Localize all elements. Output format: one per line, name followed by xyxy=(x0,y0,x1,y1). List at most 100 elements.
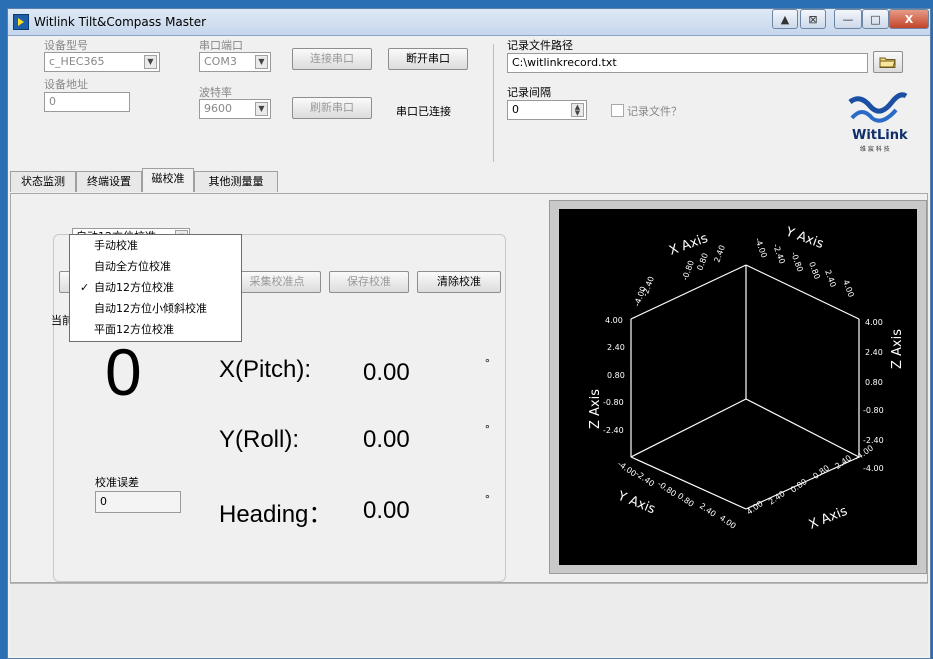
app-icon xyxy=(13,14,29,30)
tab-magnetic-calibration[interactable]: 磁校准 xyxy=(142,168,194,192)
menu-item-label: 自动全方位校准 xyxy=(94,260,171,273)
device-model-label: 设备型号 xyxy=(44,39,88,52)
tick-right-0: 4.00 xyxy=(865,318,883,327)
tick-left-1: 2.40 xyxy=(607,343,625,352)
witlink-logo: WitLink 维 宸 科 技 xyxy=(842,84,912,154)
chevron-down-icon[interactable]: ▼ xyxy=(144,55,157,69)
cube-3d-view[interactable]: X Axis Y Axis Z Axis Z Axis Y Axis X Axi… xyxy=(559,209,917,565)
calibration-error-value: 0 xyxy=(95,491,181,513)
tick-top-y-4: 2.40 xyxy=(823,269,838,289)
tick-top-y-1: -2.40 xyxy=(771,243,787,266)
tick-left-3: -0.80 xyxy=(603,398,624,407)
tick-bottom-x-2: 0.80 xyxy=(789,477,809,495)
tick-bottom-y-4: 2.40 xyxy=(698,501,718,519)
heading-value: 0.00 xyxy=(363,497,410,524)
tick-top-y-3: 0.80 xyxy=(807,261,822,281)
logo-text: WitLink xyxy=(852,128,908,143)
witlink-logo-mark xyxy=(848,92,908,123)
tick-right-1: 2.40 xyxy=(865,348,883,357)
tick-top-x-2: -0.80 xyxy=(680,259,696,282)
tick-bottom-x-3: -0.80 xyxy=(809,463,831,482)
menu-item-label: 自动12方位校准 xyxy=(94,281,174,294)
connect-serial-button[interactable]: 连接串口 xyxy=(292,48,372,70)
minimize-button[interactable]: — xyxy=(834,9,862,29)
serial-port-label: 串口端口 xyxy=(199,39,243,52)
record-path-input[interactable]: C:\witlinkrecord.txt xyxy=(507,53,868,73)
heading-degree: ° xyxy=(485,492,490,506)
tick-right-3: -0.80 xyxy=(863,406,884,415)
chevron-down-icon[interactable]: ▼ xyxy=(255,102,268,116)
window-title: Witlink Tilt&Compass Master xyxy=(34,15,207,29)
menu-item-manual[interactable]: 手动校准 xyxy=(70,237,241,255)
baud-rate-label: 波特率 xyxy=(199,86,232,99)
tick-top-y-2: -0.80 xyxy=(789,251,805,274)
record-interval-value: 0 xyxy=(512,103,519,116)
y-axis-label-bottom: Y Axis xyxy=(615,488,658,517)
tick-top-y-5: 4.00 xyxy=(841,279,856,299)
spinner-icon[interactable]: ▲ ▼ xyxy=(571,103,584,117)
menu-item-label: 平面12方位校准 xyxy=(94,323,174,336)
record-path-label: 记录文件路径 xyxy=(507,39,573,52)
pitch-value: 0.00 xyxy=(363,359,410,386)
menu-item-auto-12-small-tilt[interactable]: 自动12方位小倾斜校准 xyxy=(70,300,241,318)
serial-status-text: 串口已连接 xyxy=(396,105,451,118)
tab-status-monitor[interactable]: 状态监测 xyxy=(10,171,76,192)
scroll-up-button[interactable]: ▲ xyxy=(772,9,798,29)
title-bar: Witlink Tilt&Compass Master ▲ ⊠ — □ X xyxy=(8,9,930,36)
roll-degree: ° xyxy=(485,422,490,436)
clear-calibration-button[interactable]: 清除校准 xyxy=(417,271,501,293)
roll-label: Y(Roll): xyxy=(219,426,300,453)
tick-left-4: -2.40 xyxy=(603,426,624,435)
disconnect-serial-button[interactable]: 断开串口 xyxy=(388,48,468,70)
record-interval-input[interactable]: 0 ▲ ▼ xyxy=(507,100,587,120)
close-button[interactable]: X xyxy=(889,9,929,29)
device-model-value: c_HEC365 xyxy=(49,55,105,68)
pitch-degree: ° xyxy=(485,356,490,370)
tick-bottom-y-2: -0.80 xyxy=(656,479,678,498)
calibration-point-count: 0 xyxy=(105,335,142,409)
main-panel: 设备型号 c_HEC365 ▼ 设备地址 0 串口端口 COM3 ▼ 波特率 9… xyxy=(8,36,930,658)
collect-points-button[interactable]: 采集校准点 xyxy=(233,271,321,293)
menu-item-auto-full[interactable]: 自动全方位校准 xyxy=(70,258,241,276)
baud-rate-select[interactable]: 9600 ▼ xyxy=(199,99,271,119)
record-file-label: 记录文件？ xyxy=(627,105,682,118)
save-calibration-button[interactable]: 保存校准 xyxy=(329,271,409,293)
menu-item-plane-12[interactable]: 平面12方位校准 xyxy=(70,321,241,339)
tick-right-4: -2.40 xyxy=(863,436,884,445)
menu-item-auto-12[interactable]: ✓ 自动12方位校准 xyxy=(70,279,241,297)
calibration-error-label: 校准误差 xyxy=(95,476,139,489)
maximize-button[interactable]: □ xyxy=(862,9,889,29)
roll-value: 0.00 xyxy=(363,426,410,453)
restore-icon-button[interactable]: ⊠ xyxy=(800,9,826,29)
z-axis-label-right: Z Axis xyxy=(890,329,905,369)
tick-left-2: 0.80 xyxy=(607,371,625,380)
tick-bottom-x-4: -2.40 xyxy=(831,453,853,472)
menu-item-label: 手动校准 xyxy=(94,239,138,252)
bottom-status-panel xyxy=(10,583,928,656)
chevron-down-icon[interactable]: ▼ xyxy=(255,55,268,69)
tick-bottom-y-5: 4.00 xyxy=(718,513,738,531)
tick-right-5: -4.00 xyxy=(863,464,884,473)
tick-top-x-0: 2.40 xyxy=(712,244,727,264)
refresh-serial-button[interactable]: 刷新串口 xyxy=(292,97,372,119)
tick-bottom-x-5: -4.00 xyxy=(853,443,875,462)
tab-terminal-settings[interactable]: 终端设置 xyxy=(76,171,142,192)
heading-label: Heading： xyxy=(219,501,333,528)
tick-top-y-0: -4.00 xyxy=(753,237,769,260)
record-file-checkbox[interactable] xyxy=(611,104,624,117)
tick-bottom-y-1: -2.40 xyxy=(634,469,656,488)
tick-top-x-1: 0.80 xyxy=(695,252,710,272)
tick-left-0: 4.00 xyxy=(605,316,623,325)
folder-icon xyxy=(879,57,896,68)
menu-item-label: 自动12方位小倾斜校准 xyxy=(94,302,207,315)
calibration-mode-menu: 手动校准 自动全方位校准 ✓ 自动12方位校准 自动12方位小倾斜校准 平面12方… xyxy=(69,234,242,342)
tick-bottom-y-3: 0.80 xyxy=(676,491,696,509)
device-address-input[interactable]: 0 xyxy=(44,92,130,112)
serial-port-select[interactable]: COM3 ▼ xyxy=(199,52,271,72)
tab-other-measurements[interactable]: 其他测量量 xyxy=(194,171,278,192)
browse-folder-button[interactable] xyxy=(873,51,903,73)
device-address-label: 设备地址 xyxy=(44,78,88,91)
pitch-label: X(Pitch): xyxy=(219,356,312,383)
logo-subtext: 维 宸 科 技 xyxy=(860,146,890,153)
device-model-select[interactable]: c_HEC365 ▼ xyxy=(44,52,160,72)
